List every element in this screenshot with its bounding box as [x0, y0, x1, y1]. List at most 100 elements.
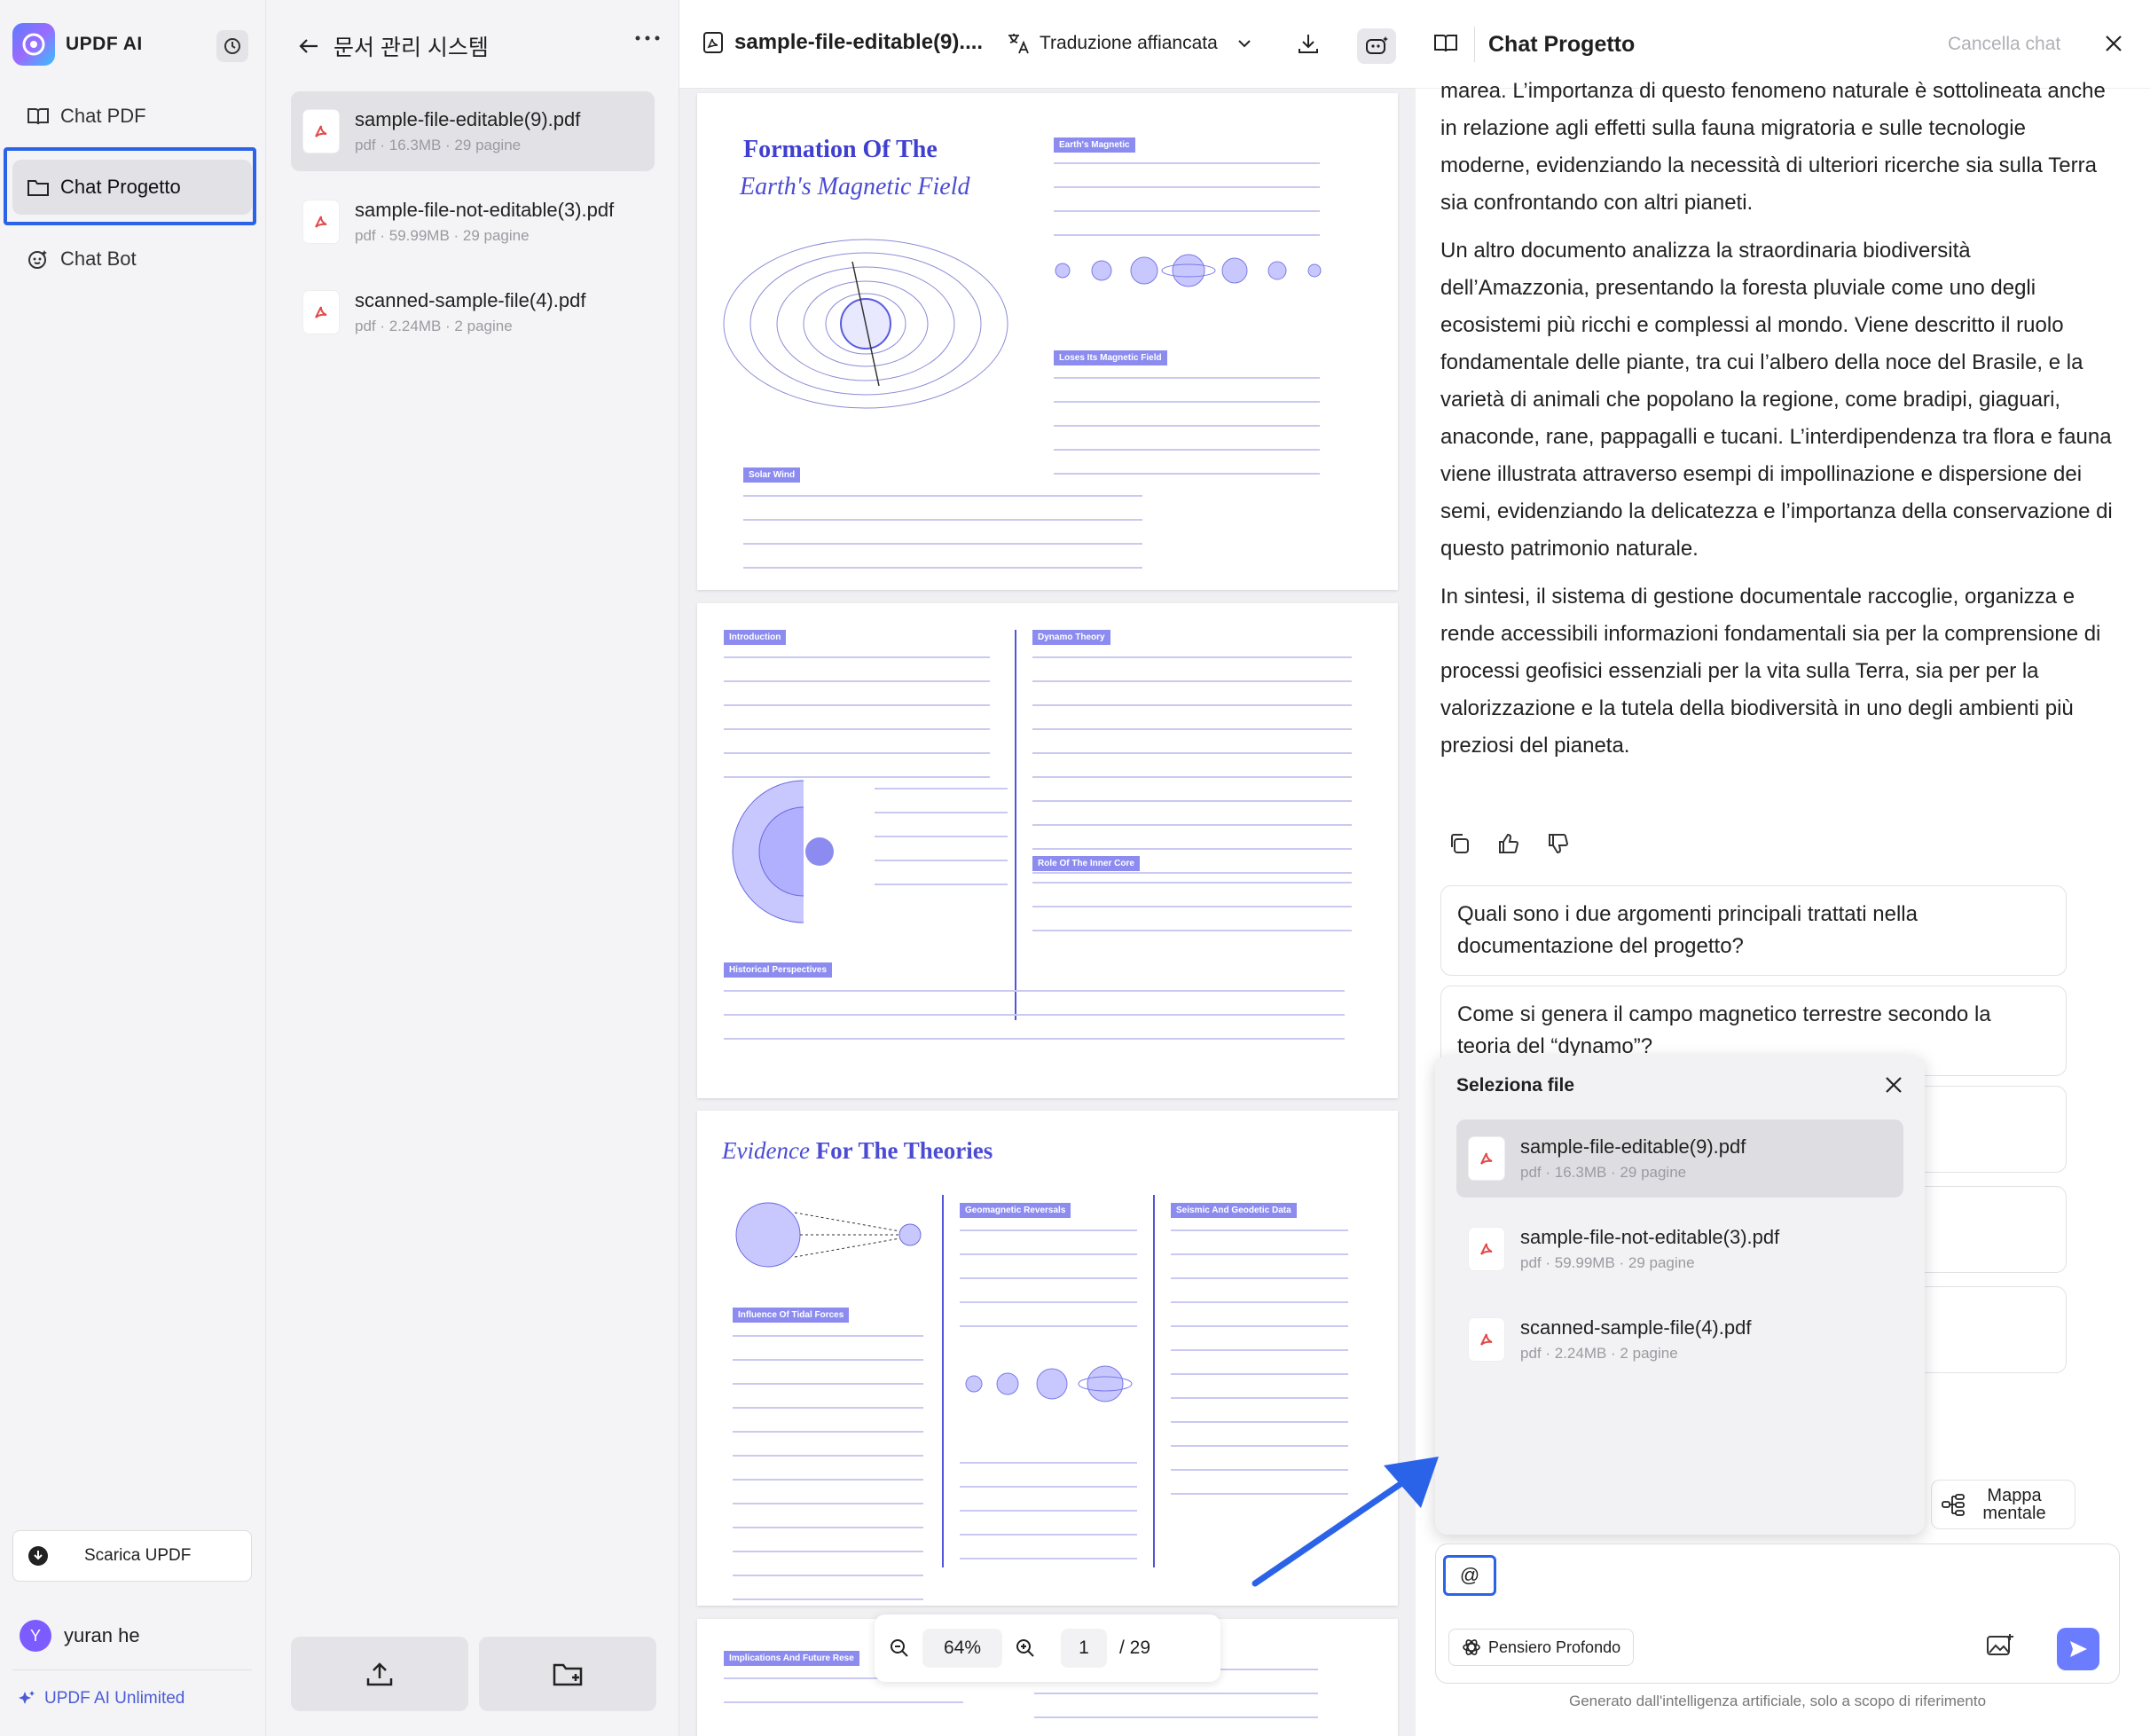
- upload-icon: [365, 1661, 394, 1687]
- thumbs-down-icon[interactable]: [1547, 832, 1570, 855]
- text-block: [1032, 875, 1352, 947]
- more-dots-icon: [634, 34, 661, 43]
- sparkle-icon: [18, 1690, 35, 1708]
- ai-assistant-button[interactable]: [1357, 28, 1396, 64]
- response-paragraph: Un altro documento analizza la straordin…: [1440, 239, 2113, 561]
- annotation-arrow-icon: [1252, 1457, 1439, 1587]
- popup-file-item[interactable]: sample-file-not-editable(3).pdf pdf · 59.…: [1456, 1210, 1903, 1288]
- deep-thinking-toggle[interactable]: Pensiero Profondo: [1448, 1629, 1635, 1666]
- file-meta: pdf · 59.99MB · 29 pagine: [1520, 1254, 1695, 1271]
- bot-icon: [27, 248, 50, 270]
- book-open-icon[interactable]: [1433, 32, 1458, 53]
- text-block: [960, 1222, 1137, 1342]
- page-number-input[interactable]: 1: [1061, 1629, 1107, 1668]
- file-name: sample-file-not-editable(3).pdf: [355, 199, 615, 221]
- project-header: 문서 관리 시스템: [298, 30, 489, 62]
- close-icon[interactable]: [2104, 34, 2123, 53]
- user-name: yuran he: [64, 1624, 140, 1646]
- copy-icon[interactable]: [1448, 832, 1471, 855]
- more-options-button[interactable]: [634, 34, 661, 43]
- page-total: / 29: [1119, 1638, 1151, 1658]
- text-block: [1032, 649, 1352, 889]
- send-button[interactable]: [2057, 1628, 2099, 1670]
- download-updf-button[interactable]: Scarica UPDF: [12, 1530, 252, 1582]
- suggested-question[interactable]: Quali sono i due argomenti principali tr…: [1440, 885, 2067, 976]
- send-icon: [2068, 1638, 2089, 1660]
- section-tag: Seismic And Geodetic Data: [1171, 1203, 1297, 1218]
- file-name: sample-file-editable(9).pdf: [355, 108, 581, 130]
- text-block: [724, 983, 1345, 1055]
- add-folder-button[interactable]: [479, 1637, 656, 1711]
- section-tag: Dynamo Theory: [1032, 630, 1110, 645]
- zoom-out-icon[interactable]: [889, 1638, 910, 1659]
- zoom-toolbar: 64% 1 / 29: [875, 1614, 1220, 1682]
- history-button[interactable]: [216, 30, 248, 62]
- mention-input[interactable]: @: [1443, 1555, 1496, 1596]
- file-item[interactable]: scanned-sample-file(4).pdf pdf · 2.24MB ·…: [291, 272, 655, 352]
- back-arrow-icon[interactable]: [298, 37, 319, 55]
- upload-button[interactable]: [291, 1637, 468, 1711]
- close-icon[interactable]: [1884, 1075, 1903, 1095]
- text-block: [1054, 155, 1320, 251]
- file-name: scanned-sample-file(4).pdf: [355, 289, 586, 311]
- file-item[interactable]: sample-file-editable(9).pdf pdf · 16.3MB …: [291, 91, 655, 171]
- text-block: [1054, 370, 1320, 490]
- page-heading: Formation Of The: [743, 136, 938, 163]
- file-meta: pdf · 16.3MB · 29 pagine: [355, 137, 522, 153]
- nav-highlight-box: [4, 147, 256, 225]
- earth-layers-diagram: [732, 780, 834, 923]
- download-button[interactable]: [1297, 32, 1320, 55]
- chat-input-box[interactable]: @ Pensiero Profondo: [1435, 1544, 2120, 1684]
- file-name: scanned-sample-file(4).pdf: [1520, 1316, 1752, 1339]
- translate-icon: [1006, 32, 1031, 55]
- pdf-file-icon: [1469, 1137, 1504, 1180]
- mind-map-button[interactable]: Mappa mentale: [1931, 1480, 2075, 1529]
- thumbs-up-icon[interactable]: [1497, 832, 1520, 855]
- translate-label: Traduzione affiancata: [1040, 33, 1218, 53]
- sidebar: UPDF AI Chat PDF Chat Progetto Chat Bot …: [0, 0, 266, 1736]
- pdf-file-icon: [1469, 1318, 1504, 1361]
- download-label: Scarica UPDF: [84, 1546, 192, 1565]
- upgrade-link[interactable]: UPDF AI Unlimited: [18, 1689, 184, 1709]
- file-item[interactable]: sample-file-not-editable(3).pdf pdf · 59.…: [291, 182, 655, 262]
- response-paragraph: In sintesi, il sistema di gestione docum…: [1440, 585, 2101, 758]
- image-upload-icon[interactable]: [1986, 1633, 2014, 1658]
- chat-panel: Chat Progetto Cancella chat marea. L’imp…: [1416, 0, 2150, 1736]
- column-divider: [1015, 630, 1016, 1020]
- nav-label: Chat Bot: [60, 247, 137, 270]
- pdf-page: Introduction Dynamo Theory Role Of The I…: [697, 603, 1398, 1098]
- document-title-text: sample-file-editable(9)....: [734, 30, 984, 54]
- zoom-in-icon[interactable]: [1015, 1638, 1036, 1659]
- magnetic-field-diagram: [723, 239, 1008, 409]
- user-profile[interactable]: Y yuran he: [20, 1620, 140, 1652]
- pdf-file-icon: [303, 110, 339, 153]
- zoom-level[interactable]: 64%: [922, 1629, 1002, 1668]
- folder-plus-icon: [553, 1661, 583, 1686]
- popup-file-item[interactable]: scanned-sample-file(4).pdf pdf · 2.24MB ·…: [1456, 1300, 1903, 1379]
- translate-dropdown[interactable]: Traduzione affiancata: [1006, 32, 1260, 55]
- page-heading: Evidence For The Theories: [722, 1137, 993, 1165]
- section-tag: Earth's Magnetic: [1054, 137, 1135, 153]
- ai-disclaimer: Generato dall'intelligenza artificiale, …: [1568, 1693, 1987, 1709]
- section-tag: Introduction: [724, 630, 787, 645]
- document-title: sample-file-editable(9)....: [702, 30, 983, 55]
- file-meta: pdf · 16.3MB · 29 pagine: [1520, 1164, 1687, 1181]
- section-tag: Loses Its Magnetic Field: [1054, 350, 1167, 365]
- chevron-down-icon: [1237, 39, 1252, 48]
- nav-chat-pdf[interactable]: Chat PDF: [12, 89, 252, 144]
- app-title: UPDF AI: [66, 34, 143, 54]
- download-circle-icon: [27, 1545, 49, 1567]
- response-actions: [1448, 832, 1597, 855]
- download-icon: [1297, 32, 1320, 55]
- popup-file-item[interactable]: sample-file-editable(9).pdf pdf · 16.3MB …: [1456, 1119, 1903, 1198]
- book-icon: [27, 106, 50, 126]
- pdf-file-icon: [1469, 1228, 1504, 1270]
- project-title: 문서 관리 시스템: [333, 35, 489, 60]
- file-name: sample-file-not-editable(3).pdf: [1520, 1226, 1780, 1248]
- text-block: [960, 1455, 1137, 1575]
- nav-chat-bot[interactable]: Chat Bot: [12, 232, 252, 287]
- clear-chat-button[interactable]: Cancella chat: [1948, 34, 2060, 55]
- text-block: [875, 781, 1008, 900]
- column-divider: [942, 1195, 944, 1567]
- planets-illustration: [1055, 254, 1322, 287]
